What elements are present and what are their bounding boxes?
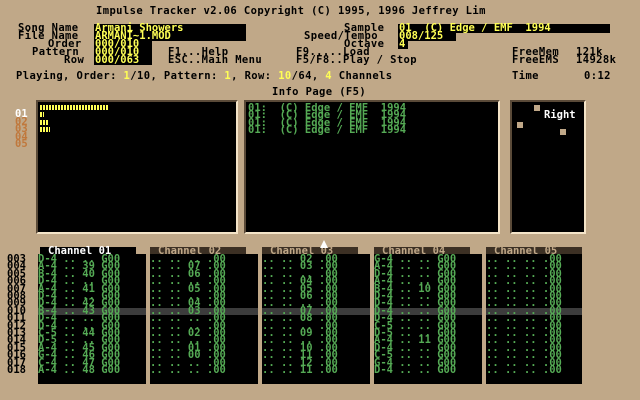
octave-field[interactable]: 4 <box>398 39 408 49</box>
sample-list: 01: (C) Edge / EMF 1994 01: (C) Edge / E… <box>248 103 406 136</box>
vu-meter-bar <box>40 112 44 118</box>
pattern-channel-3[interactable]: .. .. 02 .00.. .. 03 .00.. .. .. .00.. .… <box>262 254 370 384</box>
pattern-cell[interactable]: .. .. .. .00 <box>150 364 258 375</box>
pan-dot <box>517 122 523 128</box>
pattern-cell[interactable]: D-4 .. .. G00 <box>374 364 482 375</box>
pan-dot <box>534 105 540 111</box>
volume-panel <box>36 100 238 234</box>
playing-status: Playing, Order: 1/10, Pattern: 1, Row: 1… <box>16 70 393 82</box>
panning-label: Right <box>544 109 576 121</box>
row-field[interactable]: 000/063 <box>94 55 152 65</box>
pattern-channel-4[interactable]: G-4 .. .. G00 A-4 .. .. G00 D-4 .. .. G00 A… <box>374 254 482 384</box>
octave-label: Octave <box>344 38 385 50</box>
pattern-channel-1[interactable]: D-4 .. .. G00 A-4 .. 39 G00 B-4 .. 40 G00 D… <box>38 254 146 384</box>
vu-meter-bar <box>40 119 49 125</box>
vu-meter-bar <box>40 127 50 133</box>
app-title: Impulse Tracker v2.06 Copyright (C) 1995… <box>96 5 486 17</box>
freeems-value: 14928k <box>576 54 617 66</box>
pattern-channel-2[interactable]: .. .. .. .00.. .. 07 .00.. .. 06 .00.. .… <box>150 254 258 384</box>
row-label: Row <box>64 54 85 66</box>
pattern-cell[interactable]: A-4 .. 48 G00 <box>38 364 146 375</box>
channel-number-list: 01 02 03 04 05 <box>15 108 28 151</box>
time-label: Time <box>512 70 539 82</box>
pattern-cell[interactable]: .. .. .. .00 <box>486 364 582 375</box>
pattern-cell[interactable]: .. .. 11 .00 <box>262 364 370 375</box>
mouse-cursor <box>320 240 328 248</box>
pattern-channel-5[interactable]: .. .. .. .00.. .. .. .00.. .. .. .00.. .… <box>486 254 582 384</box>
row-number-list: 003 004 005 006 007 008 009 010 011 012 013 014 015 0… <box>7 253 26 377</box>
help-f5: F5/F8..Play / Stop <box>296 54 417 66</box>
info-page-title: Info Page (F5) <box>272 86 367 98</box>
sample-list-panel: 01: (C) Edge / EMF 1994 01: (C) Edge / E… <box>244 100 500 234</box>
panning-panel: Right <box>510 100 586 234</box>
freeems-label: FreeEMS <box>512 54 560 66</box>
time-value: 0:12 <box>584 70 611 82</box>
pan-dot <box>560 129 566 135</box>
help-esc: ESC..Main Menu <box>168 54 263 66</box>
sample-list-item[interactable]: 01: (C) Edge / EMF 1994 <box>248 124 406 136</box>
row-number: 018 <box>7 364 26 377</box>
vu-meter-bar <box>40 105 108 110</box>
